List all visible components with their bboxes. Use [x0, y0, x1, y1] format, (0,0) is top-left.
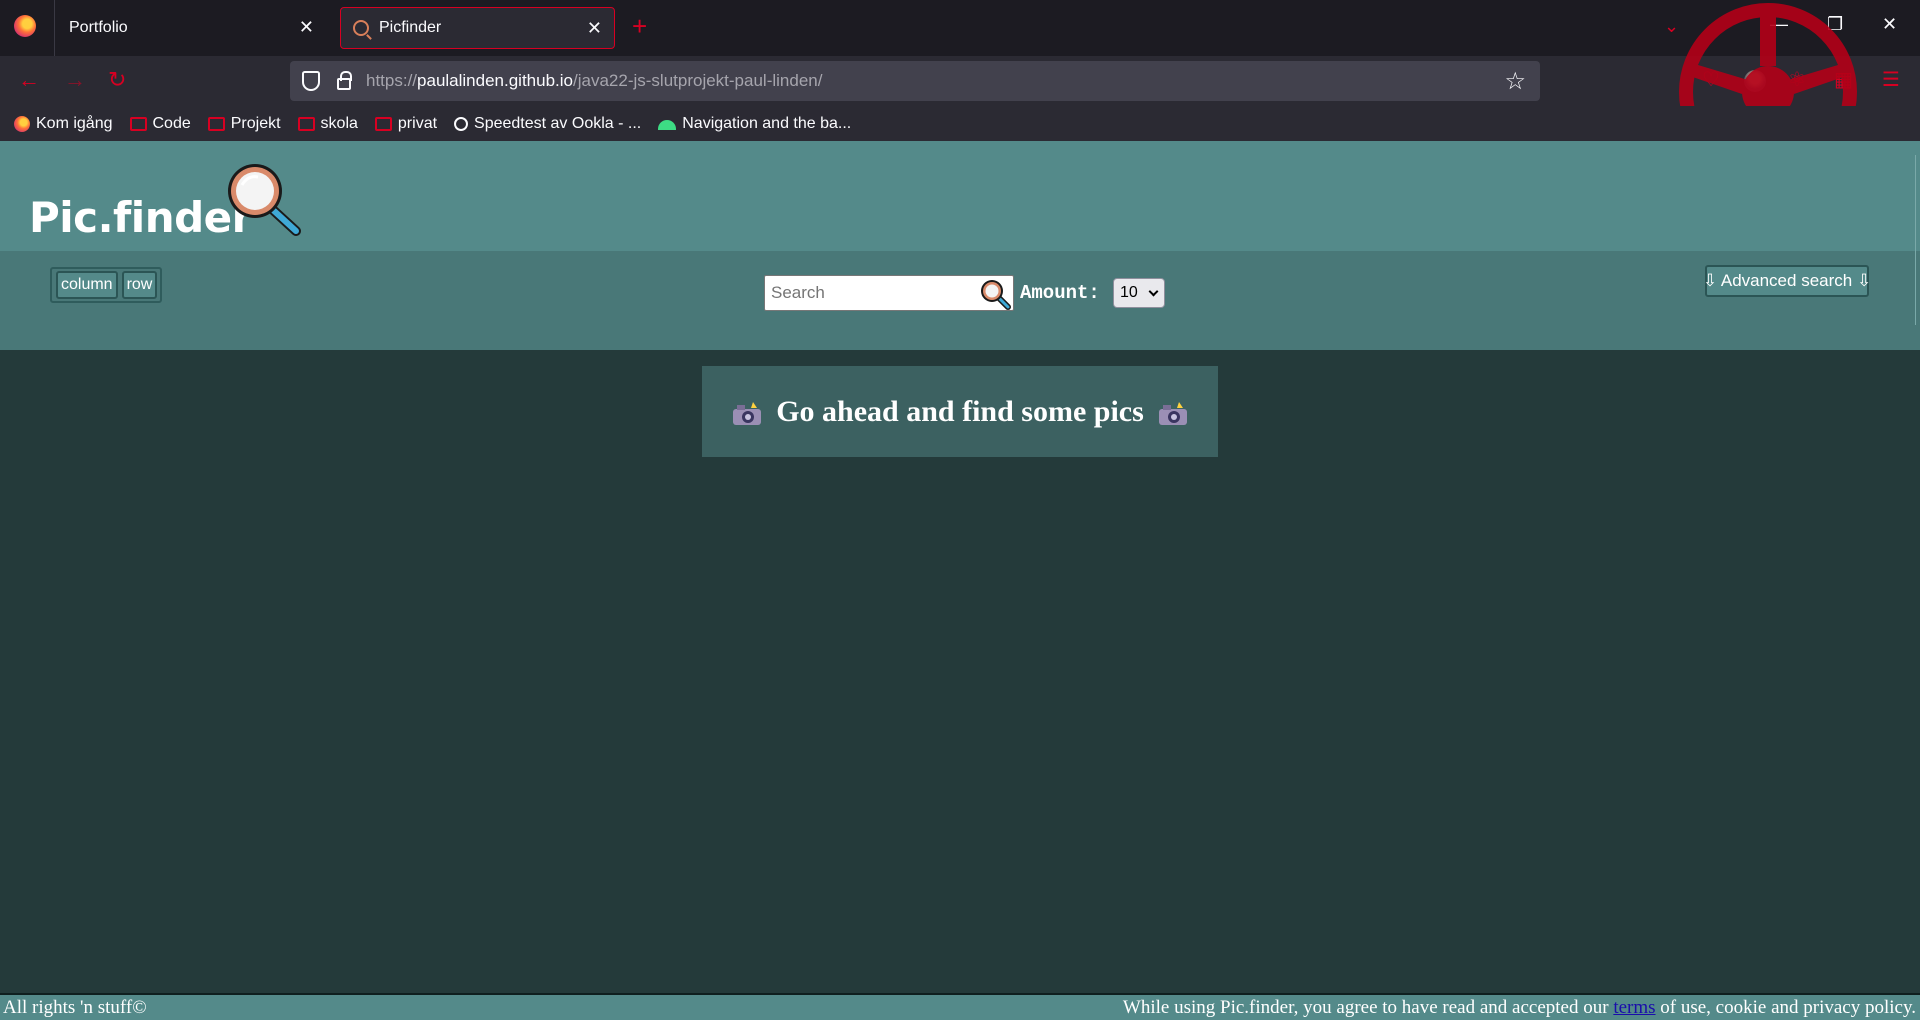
search-input[interactable] [765, 276, 975, 310]
copyright-text: All rights 'n stuff© [3, 997, 147, 1018]
bookmark-star-icon[interactable]: ☆ [1504, 67, 1526, 96]
android-icon [658, 119, 677, 130]
folder-icon [207, 116, 225, 131]
camera-flash-icon [1159, 401, 1188, 425]
folder-icon [374, 116, 392, 131]
page-content: Pic.finder column row Amount: [0, 141, 1920, 1020]
site-header: Pic.finder [0, 141, 1920, 251]
amount-label: Amount: [1020, 282, 1100, 304]
shield-icon[interactable] [302, 71, 320, 91]
back-arrow-icon[interactable]: ← [18, 68, 40, 92]
column-layout-button[interactable]: column [56, 271, 118, 299]
camera-flash-icon [732, 401, 761, 425]
site-footer: All rights 'n stuff© While using Pic.fin… [0, 993, 1920, 1020]
search-box [764, 275, 1014, 311]
nav-toolbar: ← → ↻ https://paulalinden.github.io/java… [0, 56, 1920, 106]
magnifier-icon [353, 20, 369, 36]
terms-link[interactable]: terms [1613, 997, 1655, 1018]
amount-value: 10 [1120, 284, 1138, 301]
site-logo[interactable]: Pic.finder [29, 193, 252, 242]
menu-icon[interactable]: ☰ [1882, 69, 1900, 91]
advanced-search-button[interactable]: ⇩ Advanced search ⇩ [1703, 265, 1871, 297]
magnifying-glass-icon [228, 164, 301, 236]
layout-toggle: column row [50, 267, 162, 303]
terms-notice: While using Pic.finder, you agree to hav… [1122, 997, 1916, 1018]
search-toolbar: column row Amount: 10 ⇩ Advanced search … [0, 251, 1920, 350]
close-tab-icon[interactable]: ✕ [587, 19, 602, 37]
empty-state-message: Go ahead and find some pics [702, 366, 1218, 457]
url-text[interactable]: https://paulalinden.github.io/java22-js-… [366, 71, 822, 91]
folder-icon [297, 116, 315, 131]
tab-title: Picfinder [379, 19, 442, 36]
lock-icon[interactable] [337, 71, 352, 90]
bookmark-speedtest[interactable]: Speedtest av Ookla - ... [454, 115, 641, 133]
close-tab-icon[interactable]: ✕ [299, 18, 314, 36]
url-bar[interactable]: https://paulalinden.github.io/java22-js-… [290, 61, 1540, 101]
bookmark-folder-privat[interactable]: privat [374, 115, 437, 133]
forward-arrow-icon[interactable]: → [64, 68, 86, 92]
gauge-icon [454, 116, 469, 131]
chevron-down-icon [1148, 286, 1159, 297]
bookmark-kom-igang[interactable]: Kom igång [14, 115, 113, 133]
bookmark-folder-code[interactable]: Code [129, 115, 191, 133]
bookmarks-bar: Kom igång Code Projekt skola privat Spee… [0, 106, 1920, 141]
folder-icon [129, 116, 147, 131]
tab-portfolio[interactable]: Portfolio ✕ [54, 0, 326, 56]
tab-picfinder[interactable]: Picfinder ✕ [340, 7, 615, 49]
tab-title: Portfolio [69, 19, 128, 36]
scrollbar[interactable] [1915, 155, 1916, 325]
close-window-icon[interactable]: ✕ [1882, 14, 1897, 35]
bookmark-navigation[interactable]: Navigation and the ba... [658, 115, 851, 133]
new-tab-button[interactable]: + [632, 13, 647, 39]
tab-strip: Portfolio ✕ Picfinder ✕ + ⌄ — ❐ ✕ [0, 0, 1920, 56]
message-text: Go ahead and find some pics [776, 394, 1144, 428]
amount-select[interactable]: 10 [1113, 278, 1165, 308]
bookmark-folder-skola[interactable]: skola [297, 115, 358, 133]
firefox-icon [14, 115, 30, 132]
row-layout-button[interactable]: row [121, 271, 158, 299]
search-icon[interactable] [979, 278, 1011, 310]
bookmark-folder-projekt[interactable]: Projekt [207, 115, 281, 133]
reload-icon[interactable]: ↻ [108, 68, 126, 92]
firefox-icon[interactable] [14, 15, 36, 37]
